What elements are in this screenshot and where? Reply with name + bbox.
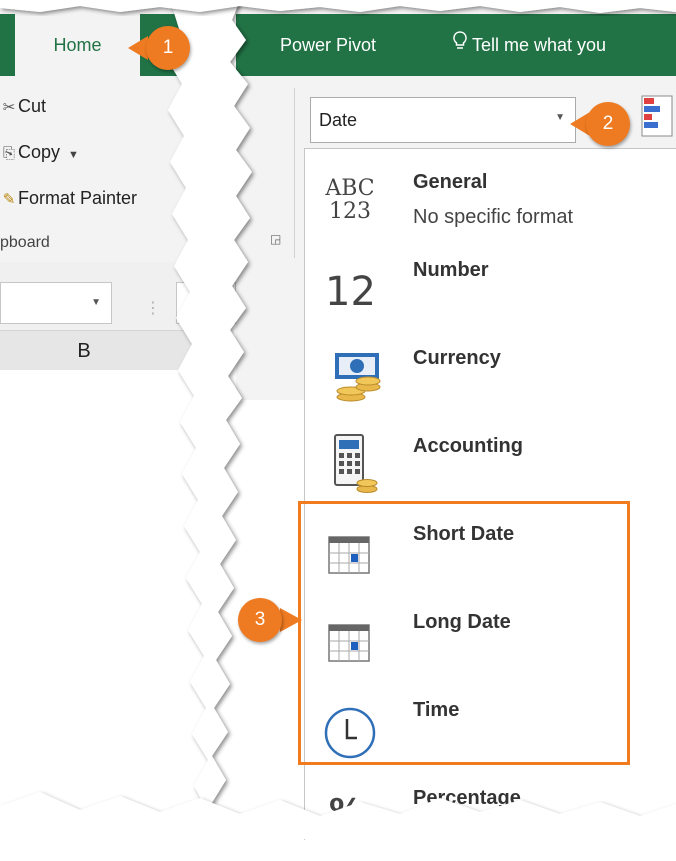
format-painter-button[interactable]: ✎ Format Painter xyxy=(0,183,137,213)
general-icon-abc: ABC xyxy=(325,176,375,201)
menu-item-label: Number xyxy=(413,259,489,281)
cut-button[interactable]: ✂ Cut xyxy=(0,91,46,121)
general-icon-123: 123 xyxy=(329,199,371,224)
callout-2: 2 xyxy=(586,102,630,146)
worksheet-grid[interactable] xyxy=(0,370,225,820)
general-abc123-icon: ABC 123 xyxy=(319,177,381,239)
formula-bar-grip: ⋮ xyxy=(145,300,161,317)
tell-me-text: Tell me what you xyxy=(472,35,607,55)
menu-item-currency[interactable]: Currency xyxy=(305,333,676,421)
scissors-icon: ✂ xyxy=(2,99,16,116)
date-time-highlight-box xyxy=(298,501,630,765)
name-box[interactable]: ▼ xyxy=(0,282,112,324)
copy-icon: ⎘ xyxy=(2,145,15,162)
chevron-down-icon[interactable]: ▼ xyxy=(235,173,246,185)
menu-item-label: Accounting xyxy=(413,435,523,457)
number-format-label-text: ter xyxy=(200,166,222,186)
menu-item-description: No specific format xyxy=(413,206,574,228)
chevron-down-icon[interactable]: ▼ xyxy=(91,297,101,308)
formula-bar[interactable] xyxy=(176,282,236,324)
conditional-formatting-icon[interactable] xyxy=(636,92,676,140)
tab-home[interactable]: Home xyxy=(15,14,140,76)
currency-banknote-coins-icon xyxy=(319,345,381,407)
callout-3: 3 xyxy=(238,598,282,642)
menu-item-label: Percentage xyxy=(413,787,521,809)
paintbrush-icon: ✎ xyxy=(2,191,16,208)
callout-3-pointer xyxy=(280,608,302,632)
lightbulb-icon xyxy=(452,14,472,76)
percentage-icon: % xyxy=(329,792,364,832)
callout-1-pointer xyxy=(128,36,148,60)
menu-item-general[interactable]: ABC 123 General No specific format xyxy=(305,157,676,245)
chevron-down-icon[interactable]: ▼ xyxy=(68,149,79,161)
dialog-launcher-icon[interactable]: ◲ xyxy=(270,232,281,246)
menu-item-percentage[interactable]: % Percentage xyxy=(305,773,676,861)
menu-item-label: General xyxy=(413,171,488,193)
copy-label: Copy xyxy=(18,142,61,162)
column-header[interactable] xyxy=(168,330,228,371)
callout-1: 1 xyxy=(146,26,190,70)
copy-button[interactable]: ⎘ Copy ▼ xyxy=(0,137,79,167)
number-12-icon: 12 xyxy=(325,269,376,315)
number-format-value: Date xyxy=(319,110,358,130)
chevron-down-icon[interactable]: ▼ xyxy=(555,112,565,123)
menu-item-number[interactable]: 12 Number xyxy=(305,245,676,333)
column-header-b[interactable]: B xyxy=(0,330,169,371)
menu-item-label: Currency xyxy=(413,347,501,369)
tell-me-search[interactable]: Tell me what you xyxy=(452,14,606,76)
clipboard-group-label: pboard xyxy=(0,234,50,251)
number-format-dropdown[interactable]: Date ▼ xyxy=(310,97,576,143)
tab-power-pivot[interactable]: Power Pivot xyxy=(280,14,376,76)
cut-label: Cut xyxy=(18,96,47,116)
menu-item-accounting[interactable]: Accounting xyxy=(305,421,676,509)
accounting-calculator-icon xyxy=(319,433,381,495)
number-format-label: ter ▼ xyxy=(200,166,246,187)
group-divider xyxy=(294,88,295,258)
format-painter-label: Format Painter xyxy=(18,188,138,208)
